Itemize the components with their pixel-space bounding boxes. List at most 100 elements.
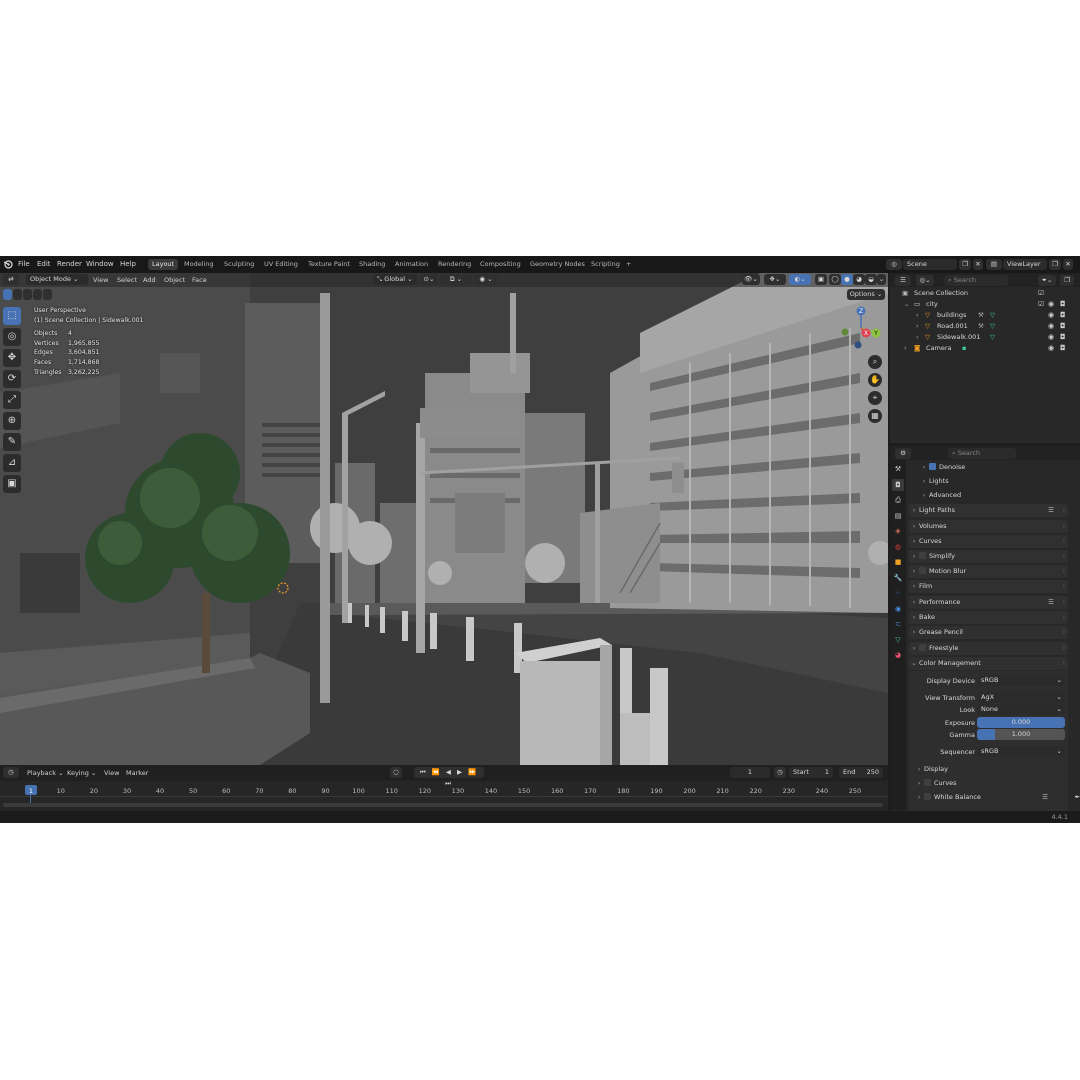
particles-tab-icon[interactable]: ⁘ xyxy=(892,587,904,599)
delete-view-layer-icon[interactable]: ✕ xyxy=(1063,259,1073,270)
3d-viewport[interactable]: ⇄ Object Mode ⌄ View Select Add Object F… xyxy=(0,273,888,765)
zoom-icon[interactable]: ⌕ xyxy=(868,355,882,369)
panel-advanced[interactable]: › Advanced xyxy=(909,489,1068,502)
expand-chevron-icon[interactable]: › xyxy=(916,310,919,321)
drag-handle-icon[interactable]: ⁞ xyxy=(1063,657,1065,670)
expand-chevron-icon[interactable]: › xyxy=(916,321,919,332)
presets-list-icon[interactable]: ☰ xyxy=(1042,791,1048,804)
cursor-tool-icon[interactable]: ◎ xyxy=(3,328,21,346)
select-intersect-icon[interactable] xyxy=(43,289,52,300)
annotate-tool-icon[interactable]: ✎ xyxy=(3,433,21,451)
proportional-editing-icon[interactable]: ◉ ⌄ xyxy=(474,274,498,285)
data-tab-icon[interactable]: ▽ xyxy=(892,634,904,646)
timeline-menu-playback[interactable]: Playback ⌄ xyxy=(27,769,64,777)
eye-icon[interactable]: ◉ xyxy=(1048,310,1054,321)
white-balance-checkbox[interactable] xyxy=(924,793,931,800)
gamma-slider[interactable]: 1.000 xyxy=(977,729,1065,740)
drag-handle-icon[interactable]: ⁞ xyxy=(1063,520,1065,533)
tab-animation[interactable]: Animation xyxy=(391,259,432,270)
physics-tab-icon[interactable]: ◉ xyxy=(892,603,904,615)
solid-shading-icon[interactable]: ● xyxy=(841,274,853,285)
view-layer-tab-icon[interactable]: ▤ xyxy=(892,510,904,522)
render-camera-icon[interactable]: ◘ xyxy=(1060,321,1066,332)
material-shading-icon[interactable]: ◕ xyxy=(853,274,865,285)
overlays-icon[interactable]: ◐⌄ xyxy=(789,274,811,285)
viewport-menu-object[interactable]: Object xyxy=(164,276,185,284)
outliner-row-scene-collection[interactable]: ▣ Scene Collection ☑ xyxy=(890,288,1080,299)
gizmo-toggle-icon[interactable]: ✥⌄ xyxy=(764,274,786,285)
timeline-menu-view[interactable]: View xyxy=(104,769,119,777)
eye-icon[interactable]: ◉ xyxy=(1048,321,1054,332)
viewport-menu-face[interactable]: Face xyxy=(192,276,207,284)
drag-handle-icon[interactable]: ⁞ xyxy=(1063,565,1065,578)
shading-options-icon[interactable]: ⌄ xyxy=(877,274,886,285)
look-dropdown[interactable]: None ⌄ xyxy=(977,704,1065,715)
timeline-scrollbar[interactable] xyxy=(3,803,883,807)
panel-denoise[interactable]: › Denoise xyxy=(909,461,1068,474)
output-tab-icon[interactable]: ⎙ xyxy=(892,494,904,506)
pivot-point-icon[interactable]: ⊙⌄ xyxy=(420,274,438,285)
timeline-menu-marker[interactable]: Marker xyxy=(126,769,148,777)
panel-volumes[interactable]: › Volumes ⁞ xyxy=(909,520,1068,533)
transform-orientation-selector[interactable]: ⤡ Global ⌄ xyxy=(373,274,417,285)
timeline-menu-keying[interactable]: Keying ⌄ xyxy=(67,769,96,777)
tab-compositing[interactable]: Compositing xyxy=(476,259,525,270)
simplify-checkbox[interactable] xyxy=(919,552,926,559)
outliner-search-input[interactable]: ⌕ Search xyxy=(944,275,1008,286)
new-collection-icon[interactable]: ❐ xyxy=(1060,275,1074,286)
expand-chevron-icon[interactable]: › xyxy=(904,343,907,354)
presets-list-icon[interactable]: ☰ xyxy=(1048,596,1054,609)
select-invert-icon[interactable] xyxy=(33,289,42,300)
curves-checkbox[interactable] xyxy=(924,779,931,786)
playback-controls[interactable]: ⏮ ⏪ ◀ ▶ ⏩ ⏭ xyxy=(414,767,484,787)
select-box-tool-icon[interactable]: ⬚ xyxy=(3,307,21,325)
denoise-checkbox[interactable] xyxy=(929,463,936,470)
subpanel-curves[interactable]: › Curves xyxy=(909,777,1068,790)
outliner-row-buildings[interactable]: › ▽ buildings ⚒ ▽ ◉ ◘ xyxy=(890,310,1080,321)
tab-scripting[interactable]: Scripting xyxy=(587,259,624,270)
menu-file[interactable]: File xyxy=(18,260,30,268)
wireframe-shading-icon[interactable]: ◯ xyxy=(829,274,841,285)
panel-curves[interactable]: › Curves ⁞ xyxy=(909,535,1068,548)
add-cube-tool-icon[interactable]: ▣ xyxy=(3,475,21,493)
tab-rendering[interactable]: Rendering xyxy=(434,259,475,270)
new-view-layer-icon[interactable]: ❐ xyxy=(1049,259,1061,270)
menu-render[interactable]: Render xyxy=(57,260,82,268)
view-layer-field[interactable]: ViewLayer xyxy=(1003,259,1047,270)
tab-uv-editing[interactable]: UV Editing xyxy=(260,259,302,270)
xray-icon[interactable]: ▣ xyxy=(815,274,827,285)
drag-handle-icon[interactable]: ⁞ xyxy=(1063,535,1065,548)
rotate-tool-icon[interactable]: ⟳ xyxy=(3,370,21,388)
view-layer-selector-button[interactable]: ▤ xyxy=(986,259,1002,270)
end-frame-field[interactable]: End 250 xyxy=(839,767,883,778)
panel-simplify[interactable]: › Simplify ⁞ xyxy=(909,550,1068,563)
blender-logo-icon[interactable] xyxy=(3,259,13,269)
tab-geometry-nodes[interactable]: Geometry Nodes xyxy=(526,259,589,270)
menu-help[interactable]: Help xyxy=(120,260,136,268)
pan-hand-icon[interactable]: ✋ xyxy=(868,373,882,387)
outliner-row-sidewalk[interactable]: › ▽ Sidewalk.001 ▽ ◉ ◘ xyxy=(890,332,1080,343)
eyedropper-icon[interactable]: ✒ xyxy=(1075,791,1080,804)
properties-editor-type-icon[interactable]: ⚙ xyxy=(895,448,911,459)
drag-handle-icon[interactable]: ⁞ xyxy=(1063,596,1065,609)
select-extend-icon[interactable] xyxy=(13,289,22,300)
current-frame-field[interactable]: 1 xyxy=(730,767,770,778)
select-new-icon[interactable] xyxy=(3,289,12,300)
rendered-shading-icon[interactable]: ◒ xyxy=(865,274,877,285)
new-scene-icon[interactable]: ❐ xyxy=(959,259,971,270)
tab-texture-paint[interactable]: Texture Paint xyxy=(304,259,354,270)
display-device-dropdown[interactable]: sRGB ⌄ xyxy=(977,675,1065,686)
panel-bake[interactable]: › Bake ⁞ xyxy=(909,611,1068,624)
viewport-menu-select[interactable]: Select xyxy=(117,276,137,284)
freestyle-checkbox[interactable] xyxy=(919,644,926,651)
tab-modeling[interactable]: Modeling xyxy=(180,259,218,270)
motion-blur-checkbox[interactable] xyxy=(919,567,926,574)
scale-tool-icon[interactable]: ⤢ xyxy=(3,391,21,409)
render-tab-icon[interactable]: ◘ xyxy=(892,478,904,491)
mode-selector[interactable]: Object Mode ⌄ xyxy=(26,274,88,285)
panel-film[interactable]: › Film ⁞ xyxy=(909,580,1068,593)
expand-chevron-icon[interactable]: › xyxy=(916,332,919,343)
tab-shading[interactable]: Shading xyxy=(355,259,389,270)
panel-motion-blur[interactable]: › Motion Blur ⁞ xyxy=(909,565,1068,578)
exposure-slider[interactable]: 0.000 xyxy=(977,717,1065,728)
